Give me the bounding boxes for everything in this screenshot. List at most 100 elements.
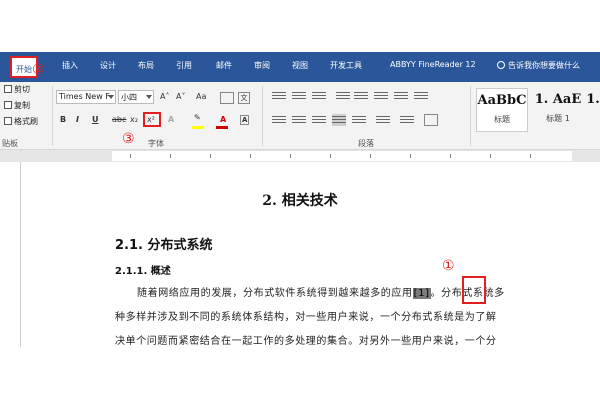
copy-button[interactable]: 复制 [4,100,30,111]
cut-button[interactable]: 剪切 [4,84,30,95]
strikethrough-button[interactable]: abc [112,115,126,124]
chinese-layout-icon[interactable] [374,90,388,102]
enclose-char-icon[interactable]: A [240,115,250,125]
divider [52,86,53,146]
chevron-down-icon [108,95,114,99]
paragraph-line-1: 随着网络应用的发展，分布式软件系统得到越来越多的应用[1]。分布式系统多 [137,284,505,299]
distributed-icon[interactable] [352,114,366,126]
subscript-button[interactable]: x₂ [130,115,138,124]
phonetic-guide-icon[interactable]: 文 [238,92,250,104]
highlight-color-swatch [192,126,204,129]
font-family-select[interactable]: Times New F [56,90,116,104]
ruler-tick [410,154,411,158]
clear-formatting-icon[interactable] [220,92,234,104]
clipboard-group-label: 贴板 [2,139,18,148]
paragraph-group-label: 段落 [358,139,374,148]
bullets-icon[interactable] [272,90,286,102]
line-spacing-icon[interactable] [376,114,390,126]
grow-font-button[interactable]: A˄ [160,92,169,101]
tab-developer[interactable]: 开发工具 [330,60,362,71]
ruler-tick [290,154,291,158]
tab-abbyy[interactable]: ABBYY FineReader 12 [390,60,476,69]
divider [470,86,471,146]
ruler-tick [170,154,171,158]
line-text: 随着网络应用的发展，分布式软件系统得到越来越多的应用 [137,288,413,299]
copy-label: 复制 [14,101,30,110]
font-color-swatch [216,126,228,129]
highlight-icon[interactable]: ✎ [194,113,201,122]
ruler-tick [490,154,491,158]
font-family-value: Times New F [59,92,110,101]
tab-mailings[interactable]: 邮件 [216,60,232,71]
style-title-name: 标题 [494,115,510,124]
format-painter-button[interactable]: 格式刷 [4,116,38,127]
justify-icon[interactable] [332,114,346,126]
tab-design[interactable]: 设计 [100,60,116,71]
italic-button[interactable]: I [76,115,79,124]
format-painter-label: 格式刷 [14,117,38,126]
copy-icon [4,101,12,109]
font-group-label: 字体 [148,139,164,148]
text-effects-icon[interactable]: A [168,115,174,124]
ribbon-home: 剪切 复制 格式刷 贴板 Times New F 小四 A˄ A˅ Aa 文 B… [0,82,600,150]
style-heading1-name: 标题 1 [546,114,570,123]
tell-me-box[interactable]: 告诉我你想要做什么 [497,60,580,71]
tell-me-text: 告诉我你想要做什么 [508,61,580,70]
style-heading2-sample: 1. [586,92,600,107]
ruler-tick [210,154,211,158]
page-bottom-area [0,347,600,400]
callout-3: ③ [122,131,135,147]
citation-reference[interactable]: [1] [412,288,431,299]
tab-layout[interactable]: 布局 [138,60,154,71]
ruler-tick [530,154,531,158]
cut-label: 剪切 [14,85,30,94]
citation-annotation-box [462,276,486,304]
lightbulb-icon [497,61,505,69]
align-right-icon[interactable] [312,114,326,126]
horizontal-ruler[interactable] [0,150,600,162]
paragraph-line-3: 决单个问题而紧密结合在一起工作的多处理的集合。对另外一些用户来说，一个分 [115,336,497,347]
sort-icon[interactable] [394,90,408,102]
underline-button[interactable]: U [92,115,99,124]
brush-icon [4,117,12,125]
paragraph-line-2: 种多样并涉及到不同的系统体系结构，对一些用户来说，一个分布式系统是为了解 [115,312,497,323]
chevron-down-icon [146,95,152,99]
ruler-tick [330,154,331,158]
tab-insert[interactable]: 插入 [62,60,78,71]
shading-icon[interactable] [400,114,414,126]
ruler-tick [130,154,131,158]
change-case-button[interactable]: Aa [196,92,206,101]
font-color-button[interactable]: A [220,115,226,124]
heading-1: 2. 相关技术 [262,193,338,209]
ruler-tick [370,154,371,158]
heading-3: 2.1.1. 概述 [115,266,171,277]
tab-references[interactable]: 引用 [176,60,192,71]
style-heading-2[interactable]: 1. [586,88,600,132]
callout-2: ② [32,62,45,78]
divider [262,86,263,146]
align-left-icon[interactable] [272,114,286,126]
bold-button[interactable]: B [60,115,66,124]
increase-indent-icon[interactable] [354,90,368,102]
shrink-font-button[interactable]: A˅ [176,92,185,101]
borders-icon[interactable] [424,114,438,126]
decrease-indent-icon[interactable] [336,90,350,102]
ruler-tick [450,154,451,158]
heading-2: 2.1. 分布式系统 [115,238,213,253]
font-size-value: 小四 [121,93,137,102]
ruler-tick [250,154,251,158]
show-marks-icon[interactable] [414,90,428,102]
align-center-icon[interactable] [292,114,306,126]
multilevel-list-icon[interactable] [312,90,326,102]
style-heading1-sample: 1. AaE [534,92,582,107]
tab-review[interactable]: 审阅 [254,60,270,71]
callout-1: ① [442,258,455,274]
font-size-select[interactable]: 小四 [118,90,154,104]
superscript-annotation-box [143,112,161,127]
style-heading-1[interactable]: 1. AaE 标题 1 [532,88,584,132]
tab-view[interactable]: 视图 [292,60,308,71]
style-title[interactable]: AaBbC 标题 [476,88,528,132]
numbering-icon[interactable] [292,90,306,102]
style-title-sample: AaBbC [477,93,527,108]
ruler-text-area [112,151,572,161]
